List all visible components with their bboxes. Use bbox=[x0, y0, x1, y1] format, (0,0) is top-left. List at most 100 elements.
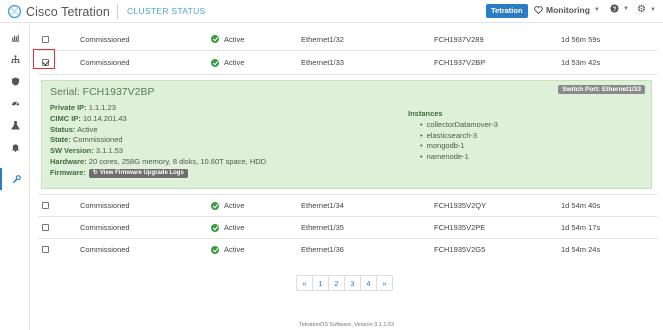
uptime-cell: 1d 56m 59s bbox=[561, 34, 601, 44]
check-circle-icon bbox=[211, 58, 219, 67]
selection-highlight bbox=[33, 49, 55, 69]
help-menu[interactable]: ? ▼ bbox=[610, 4, 629, 13]
monitoring-menu[interactable]: Monitoring ▼ bbox=[534, 5, 600, 15]
table-row[interactable]: Commissioned Active Ethernet1/32 FCH1937… bbox=[38, 28, 658, 50]
state-cell: Commissioned bbox=[80, 34, 130, 44]
refresh-icon: ↻ bbox=[92, 169, 98, 176]
list-item: collectorDatamover-3 bbox=[420, 120, 498, 131]
switch-port-cell: Ethernet1/34 bbox=[301, 201, 344, 210]
table-row[interactable]: Commissioned Active Ethernet1/36 FCH1935… bbox=[38, 238, 658, 260]
sidebar-item-alerts[interactable] bbox=[0, 136, 30, 158]
pagination-next[interactable]: » bbox=[376, 275, 393, 291]
bell-icon bbox=[11, 143, 19, 152]
switch-port-cell: Ethernet1/33 bbox=[301, 58, 344, 67]
hierarchy-icon bbox=[10, 54, 20, 63]
check-circle-icon bbox=[211, 223, 219, 232]
hardware-line: Hardware: 20 cores, 258G memory, 8 disks… bbox=[50, 156, 267, 166]
gears-icon: ⚙ bbox=[637, 4, 646, 15]
serial-cell: FCH1935V2PE bbox=[434, 223, 486, 232]
page-title: CLUSTER STATUS bbox=[127, 6, 206, 16]
settings-menu[interactable]: ⚙ ▼ bbox=[637, 4, 656, 15]
chevron-down-icon: ▼ bbox=[623, 5, 629, 12]
instances-title: Instances bbox=[408, 109, 443, 118]
status-text: Active bbox=[224, 245, 245, 254]
check-circle-icon bbox=[211, 201, 219, 210]
left-sidebar bbox=[0, 23, 30, 330]
status-cell: Active bbox=[211, 195, 244, 216]
monitoring-label: Monitoring bbox=[546, 5, 590, 15]
logo-text: Cisco Tetration bbox=[26, 4, 110, 19]
status-text: Active bbox=[224, 34, 245, 44]
uptime-cell: 1d 54m 17s bbox=[561, 223, 601, 232]
row-checkbox[interactable] bbox=[41, 202, 49, 209]
uptime-cell: 1d 54m 40s bbox=[561, 201, 601, 210]
table-row[interactable]: Commissioned Active Ethernet1/34 FCH1935… bbox=[38, 194, 658, 216]
row-checkbox[interactable] bbox=[41, 246, 49, 253]
sidebar-item-monitoring[interactable] bbox=[0, 92, 30, 114]
cisco-tetration-logo[interactable]: Cisco Tetration bbox=[6, 3, 110, 20]
serial-cell: FCH1937V289 bbox=[434, 34, 484, 44]
view-firmware-logs-button[interactable]: ↻ View Firmware Upgrade Logs bbox=[88, 168, 188, 178]
chevron-down-icon: ▼ bbox=[649, 6, 656, 13]
private-ip-line: Private IP: 1.1.1.23 bbox=[50, 103, 116, 112]
shield-icon bbox=[11, 76, 19, 86]
wrench-icon bbox=[12, 174, 21, 183]
instances-list: collectorDatamover-3 elasticsearch-3 mon… bbox=[420, 120, 498, 162]
row-checkbox[interactable] bbox=[41, 224, 49, 231]
footer-version: TetrationOS Software, Version 3.1.1.53 bbox=[298, 322, 395, 328]
pagination-page-1[interactable]: 1 bbox=[312, 275, 329, 291]
serial-cell: FCH1935V2G5 bbox=[434, 245, 486, 254]
status-cell: Active bbox=[211, 217, 244, 238]
list-item: elasticsearch-3 bbox=[420, 131, 498, 142]
list-item: mongodb-1 bbox=[420, 141, 498, 152]
status-cell: Active bbox=[211, 28, 244, 50]
status-cell: Active bbox=[211, 51, 244, 74]
firmware-line: Firmware: ↻ View Firmware Upgrade Logs bbox=[50, 168, 266, 179]
state-cell: Commissioned bbox=[80, 201, 130, 210]
switch-port-badge: Switch Port: Ethernet1/33 bbox=[558, 85, 645, 94]
sw-version-line: SW Version: 3.1.1.53 bbox=[50, 146, 123, 156]
uptime-cell: 1d 54m 24s bbox=[561, 245, 601, 254]
check-circle-icon bbox=[211, 35, 219, 43]
serial-cell: FCH1935V2QY bbox=[434, 201, 487, 210]
scope-button[interactable]: Tetration bbox=[486, 4, 528, 18]
pagination-page-2[interactable]: 2 bbox=[328, 275, 345, 291]
state-line: State: Commissioned bbox=[50, 135, 123, 145]
svg-text:?: ? bbox=[613, 6, 617, 13]
serial-cell: FCH1937V2BP bbox=[434, 58, 486, 67]
table-row[interactable]: Commissioned Active Ethernet1/35 FCH1935… bbox=[38, 216, 658, 238]
list-item: namenode-1 bbox=[420, 152, 498, 163]
pagination-prev[interactable]: « bbox=[296, 275, 313, 291]
sidebar-item-maintenance[interactable] bbox=[0, 168, 30, 190]
cluster-status-table: Commissioned Active Ethernet1/32 FCH1937… bbox=[33, 28, 658, 260]
table-row-selected[interactable]: Commissioned Active Ethernet1/33 FCH1937… bbox=[33, 49, 658, 74]
state-cell: Commissioned bbox=[80, 58, 130, 67]
check-circle-icon bbox=[211, 245, 219, 254]
dashboard-icon bbox=[11, 101, 19, 106]
state-cell: Commissioned bbox=[80, 223, 130, 232]
detail-serial: Serial: FCH1937V2BP bbox=[50, 86, 155, 98]
bar-chart-icon bbox=[11, 34, 19, 42]
node-detail-row: Serial: FCH1937V2BP Switch Port: Etherne… bbox=[38, 74, 658, 194]
help-icon: ? bbox=[610, 4, 619, 13]
status-text: Active bbox=[224, 223, 245, 232]
sidebar-item-topology[interactable] bbox=[0, 48, 30, 70]
status-text: Active bbox=[224, 58, 245, 67]
app-root: Cisco Tetration CLUSTER STATUS Tetration… bbox=[0, 0, 663, 330]
row-checkbox[interactable] bbox=[41, 35, 49, 43]
uptime-cell: 1d 53m 42s bbox=[561, 58, 601, 67]
pagination: « 1 2 3 4 » bbox=[296, 275, 393, 291]
sidebar-item-security[interactable] bbox=[0, 70, 30, 92]
header-divider bbox=[117, 4, 118, 19]
switch-port-cell: Ethernet1/35 bbox=[301, 223, 344, 232]
switch-port-cell: Ethernet1/32 bbox=[301, 34, 344, 44]
state-cell: Commissioned bbox=[80, 245, 130, 254]
top-header: Cisco Tetration CLUSTER STATUS Tetration… bbox=[0, 0, 663, 23]
pagination-page-4[interactable]: 4 bbox=[360, 275, 377, 291]
flask-icon bbox=[10, 120, 20, 130]
node-detail-panel: Serial: FCH1937V2BP Switch Port: Etherne… bbox=[41, 80, 652, 189]
chevron-down-icon: ▼ bbox=[593, 7, 600, 13]
sidebar-item-lab[interactable] bbox=[0, 114, 30, 136]
sidebar-item-dashboard[interactable] bbox=[0, 26, 30, 48]
pagination-page-3[interactable]: 3 bbox=[344, 275, 361, 291]
